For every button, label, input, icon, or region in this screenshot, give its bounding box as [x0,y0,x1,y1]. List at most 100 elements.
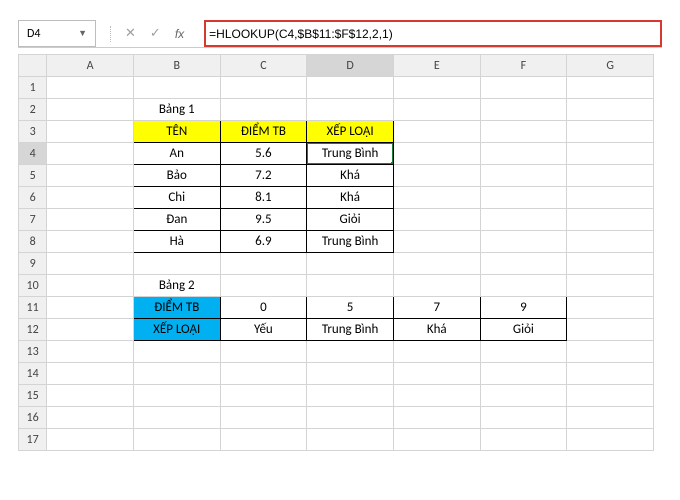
cell[interactable] [480,99,567,121]
cell[interactable] [567,385,654,407]
cell[interactable]: Giỏi [480,319,567,341]
cell[interactable] [480,121,567,143]
cell[interactable]: Yếu [220,319,307,341]
cell[interactable]: Chi [133,187,220,209]
cell[interactable] [220,429,307,451]
cell[interactable] [307,385,394,407]
cell[interactable] [480,187,567,209]
cell[interactable] [393,429,480,451]
cell[interactable]: Trung Bình [307,231,394,253]
cell[interactable]: Giỏi [307,209,394,231]
col-header[interactable]: G [567,55,654,77]
cell[interactable] [393,165,480,187]
fill-handle[interactable] [391,162,394,165]
cell[interactable] [393,231,480,253]
name-box[interactable]: D4 ▼ [18,20,96,47]
row-header[interactable]: 12 [19,319,47,341]
cell[interactable] [393,77,480,99]
cell[interactable] [47,275,134,297]
cell[interactable] [393,99,480,121]
cell[interactable] [47,253,134,275]
cell[interactable] [480,165,567,187]
cell[interactable] [567,77,654,99]
cell[interactable] [567,143,654,165]
cell[interactable] [393,121,480,143]
col-header[interactable]: E [393,55,480,77]
cell[interactable] [480,77,567,99]
cell[interactable] [480,407,567,429]
cell[interactable] [480,231,567,253]
cell[interactable] [47,231,134,253]
cell[interactable] [47,385,134,407]
cell[interactable] [307,429,394,451]
cell[interactable] [307,253,394,275]
cell-header[interactable]: TÊN [133,121,220,143]
cell[interactable]: 6.9 [220,231,307,253]
cell[interactable] [220,341,307,363]
col-header[interactable]: B [133,55,220,77]
col-header[interactable]: F [480,55,567,77]
cell[interactable] [567,99,654,121]
row-header[interactable]: 16 [19,407,47,429]
cell-selected[interactable]: Trung Bình [307,143,394,165]
cell[interactable] [567,407,654,429]
cell[interactable] [307,275,394,297]
cell[interactable] [480,143,567,165]
cell[interactable]: 7 [393,297,480,319]
cell[interactable] [567,275,654,297]
row-header[interactable]: 1 [19,77,47,99]
cell[interactable] [393,209,480,231]
cell[interactable]: 9 [480,297,567,319]
accept-icon[interactable]: ✓ [150,26,161,41]
formula-input[interactable]: =HLOOKUP(C4,$B$11:$F$12,2,1) [204,20,662,47]
cell[interactable] [307,407,394,429]
cell[interactable] [393,341,480,363]
cell[interactable] [480,385,567,407]
row-header[interactable]: 17 [19,429,47,451]
fx-icon[interactable]: fx [175,27,190,41]
cell[interactable] [133,407,220,429]
cell[interactable]: 5 [307,297,394,319]
cell[interactable] [47,407,134,429]
cell[interactable] [307,363,394,385]
cell[interactable] [567,121,654,143]
cell[interactable]: Khá [393,319,480,341]
cell[interactable] [307,341,394,363]
cell[interactable] [133,253,220,275]
cell-title-b1[interactable]: Bảng 1 [133,99,220,121]
cell[interactable] [393,143,480,165]
spreadsheet-grid[interactable]: A B C D E F G 1 2 Bảng 1 3 TÊN ĐIỂM TB [18,54,654,451]
cell[interactable]: 8.1 [220,187,307,209]
cell[interactable] [47,319,134,341]
cell[interactable] [47,209,134,231]
cell[interactable] [220,385,307,407]
cell[interactable] [133,77,220,99]
cell[interactable] [133,341,220,363]
cell[interactable]: 7.2 [220,165,307,187]
cell[interactable] [480,363,567,385]
cell[interactable] [567,297,654,319]
cell[interactable] [567,429,654,451]
cell[interactable] [133,429,220,451]
cell[interactable] [47,363,134,385]
cell[interactable] [567,209,654,231]
cell[interactable]: Khá [307,187,394,209]
cell[interactable] [567,165,654,187]
row-header[interactable]: 6 [19,187,47,209]
cell[interactable] [47,187,134,209]
cell[interactable] [133,385,220,407]
cell[interactable] [47,143,134,165]
cell[interactable] [47,341,134,363]
row-header[interactable]: 5 [19,165,47,187]
cell[interactable] [567,253,654,275]
cell[interactable]: 9.5 [220,209,307,231]
cell[interactable]: Trung Bình [307,319,394,341]
row-header[interactable]: 8 [19,231,47,253]
cell[interactable]: 5.6 [220,143,307,165]
row-header[interactable]: 13 [19,341,47,363]
row-header[interactable]: 4 [19,143,47,165]
cell[interactable] [393,187,480,209]
cell[interactable]: An [133,143,220,165]
col-header[interactable]: C [220,55,307,77]
cell-header[interactable]: XẾP LOẠI [307,121,394,143]
